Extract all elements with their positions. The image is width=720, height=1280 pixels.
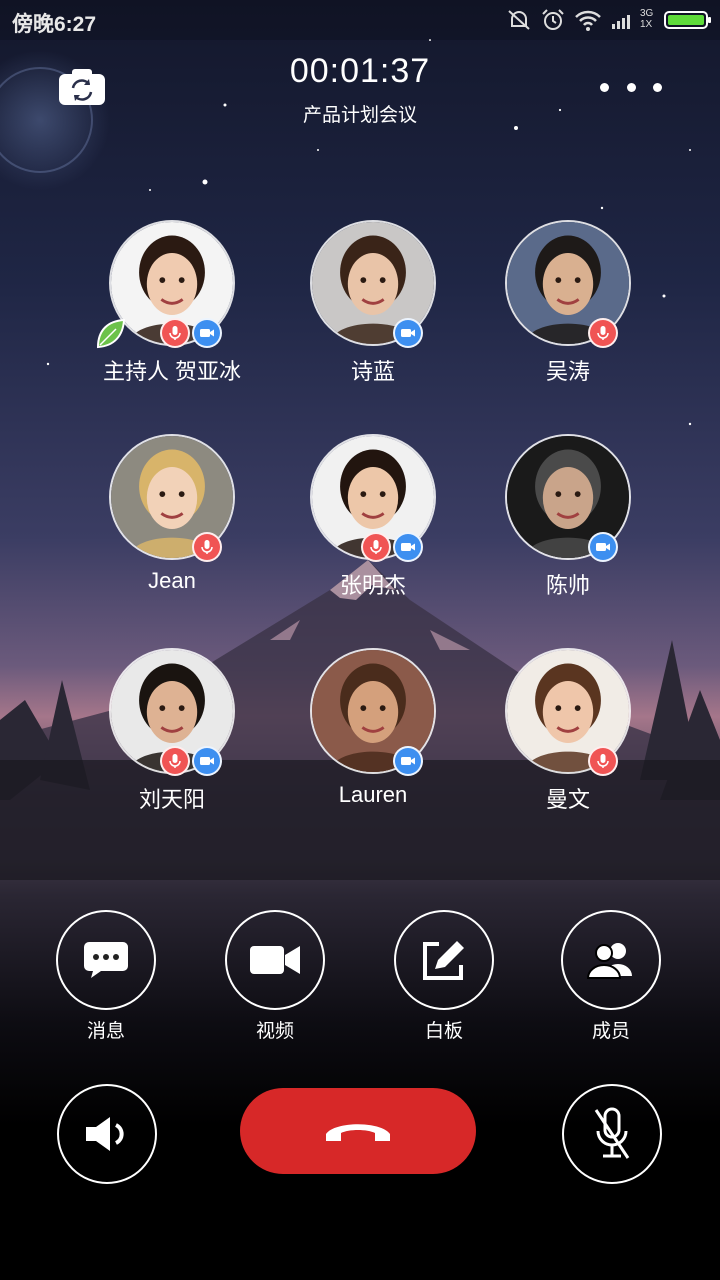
mic-muted-icon <box>594 1107 630 1159</box>
microphone-icon <box>370 540 382 554</box>
more-button[interactable] <box>600 74 662 100</box>
video-button[interactable]: 视频 <box>215 910 335 1042</box>
members-button-circle <box>561 910 661 1010</box>
phone-hangup-icon <box>326 1124 390 1141</box>
camera-icon <box>200 757 214 765</box>
camera-icon <box>401 543 415 551</box>
hangup-button[interactable] <box>240 1088 476 1174</box>
microphone-icon <box>169 754 181 768</box>
mic-on-badge <box>588 746 618 776</box>
camera-on-badge <box>192 746 222 776</box>
video-call-screen: 傍晚6:27 3G 1X 00:01:37 产品计划会议 主持人 贺亚冰 诗蓝 … <box>0 0 720 1280</box>
camera-icon <box>596 543 610 551</box>
participant-tile[interactable]: 诗蓝 <box>273 220 473 410</box>
mic-on-badge <box>192 532 222 562</box>
network-type: 3G 1X <box>640 8 654 30</box>
participant-tile[interactable]: 曼文 <box>468 648 668 838</box>
whiteboard-pen-icon <box>423 941 464 980</box>
participant-name: 主持人 贺亚冰 <box>102 359 242 384</box>
mic-on-badge <box>160 746 190 776</box>
mic-on-badge <box>588 318 618 348</box>
more-dot <box>626 82 636 92</box>
camera-on-badge <box>192 318 222 348</box>
participant-tile[interactable]: 主持人 贺亚冰 <box>72 220 272 410</box>
camera-icon <box>200 329 214 337</box>
participant-tile[interactable]: 陈帅 <box>468 434 668 624</box>
status-time: 傍晚6:27 <box>12 13 97 36</box>
meeting-title: 产品计划会议 <box>302 105 417 126</box>
microphone-icon <box>597 326 609 340</box>
video-button-circle <box>225 910 325 1010</box>
microphone-icon <box>169 326 181 340</box>
mic-on-badge <box>361 532 391 562</box>
mic-on-badge <box>160 318 190 348</box>
battery-fill <box>668 15 704 25</box>
message-label: 消息 <box>86 1021 125 1042</box>
whiteboard-label: 白板 <box>424 1021 463 1042</box>
microphone-icon <box>597 754 609 768</box>
video-camera-icon <box>250 946 300 974</box>
members-label: 成员 <box>591 1021 630 1042</box>
members-button[interactable]: 成员 <box>551 910 671 1042</box>
speaker-icon <box>86 1117 124 1151</box>
camera-on-badge <box>588 532 618 562</box>
participant-tile[interactable]: Jean <box>72 434 272 624</box>
participant-name: 张明杰 <box>339 573 406 598</box>
more-dot <box>653 82 662 92</box>
participant-tile[interactable]: 吴涛 <box>468 220 668 410</box>
message-button[interactable]: 消息 <box>46 910 166 1042</box>
participant-name: Jean <box>148 568 196 593</box>
whiteboard-button[interactable]: 白板 <box>384 910 504 1042</box>
status-bar: 傍晚6:27 3G 1X <box>0 0 720 40</box>
message-button-circle <box>56 910 156 1010</box>
microphone-icon <box>201 540 213 554</box>
battery-icon <box>664 11 711 29</box>
camera-on-badge <box>393 532 423 562</box>
participant-name: Lauren <box>338 782 408 807</box>
participant-name: 吴涛 <box>545 359 590 384</box>
alarm-clock-icon <box>542 9 564 30</box>
participant-name: 诗蓝 <box>350 359 395 384</box>
participant-name: 陈帅 <box>545 573 590 598</box>
members-icon <box>586 943 632 979</box>
wifi-icon <box>575 10 601 31</box>
participant-tile[interactable]: 张明杰 <box>273 434 473 624</box>
mute-button[interactable] <box>562 1084 662 1184</box>
leaf-icon <box>96 318 126 349</box>
speaker-button[interactable] <box>57 1084 157 1184</box>
whiteboard-button-circle <box>394 910 494 1010</box>
signal-icon <box>612 15 630 29</box>
video-label: 视频 <box>255 1021 294 1042</box>
camera-on-badge <box>393 318 423 348</box>
participant-name: 曼文 <box>545 787 590 812</box>
participant-tile[interactable]: Lauren <box>273 648 473 838</box>
camera-on-badge <box>393 746 423 776</box>
more-dot <box>600 82 609 92</box>
participant-name: 刘天阳 <box>138 787 205 812</box>
camera-icon <box>401 757 415 765</box>
camera-icon <box>401 329 415 337</box>
alarm-off-icon <box>508 10 530 30</box>
participant-tile[interactable]: 刘天阳 <box>72 648 272 838</box>
chat-bubble-icon <box>84 942 128 978</box>
